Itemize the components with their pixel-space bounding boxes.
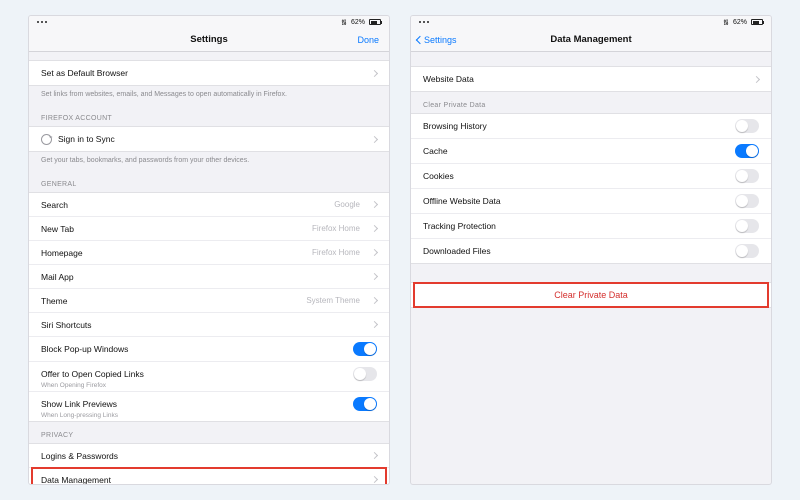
- set-default-browser-row[interactable]: Set as Default Browser: [29, 61, 389, 85]
- chevron-right-icon: [371, 136, 378, 143]
- chevron-right-icon: [753, 75, 760, 82]
- data-management-screen: ᯾ 62% Settings Data Management Website D…: [410, 15, 772, 485]
- chevron-right-icon: [371, 297, 378, 304]
- clear-private-data-button[interactable]: Clear Private Data: [411, 283, 771, 307]
- homepage-row[interactable]: Homepage Firefox Home: [29, 241, 389, 265]
- chevron-right-icon: [371, 273, 378, 280]
- tracking-protection-data-row[interactable]: Tracking Protection: [411, 214, 771, 239]
- open-copied-links-row[interactable]: Offer to Open Copied Links When Opening …: [29, 362, 389, 392]
- wifi-icon: ᯾: [341, 18, 347, 27]
- battery-percent: 62%: [733, 19, 747, 26]
- status-bar: ᯾ 62%: [29, 16, 389, 28]
- data-management-scroll[interactable]: Website Data Clear Private Data Browsing…: [411, 52, 771, 484]
- downloaded-files-row[interactable]: Downloaded Files: [411, 239, 771, 263]
- chevron-right-icon: [371, 452, 378, 459]
- browsing-history-toggle[interactable]: [735, 119, 759, 133]
- chevron-right-icon: [371, 201, 378, 208]
- data-management-title: Data Management: [550, 34, 631, 45]
- cache-row[interactable]: Cache: [411, 139, 771, 164]
- tracking-protection-toggle[interactable]: [735, 219, 759, 233]
- sign-in-sync-label: Sign in to Sync: [58, 134, 115, 144]
- cache-toggle[interactable]: [735, 144, 759, 158]
- open-copied-links-toggle[interactable]: [353, 367, 377, 381]
- browsing-history-row[interactable]: Browsing History: [411, 114, 771, 139]
- link-previews-row[interactable]: Show Link Previews When Long-pressing Li…: [29, 392, 389, 421]
- downloaded-files-toggle[interactable]: [735, 244, 759, 258]
- wifi-icon: ᯾: [723, 18, 729, 27]
- set-default-browser-label: Set as Default Browser: [41, 68, 128, 78]
- default-browser-hint: Set links from websites, emails, and Mes…: [29, 86, 389, 105]
- data-management-row[interactable]: Data Management: [29, 468, 389, 484]
- mail-app-row[interactable]: Mail App: [29, 265, 389, 289]
- link-previews-toggle[interactable]: [353, 397, 377, 411]
- data-management-navbar: Settings Data Management: [411, 28, 771, 52]
- block-popups-toggle[interactable]: [353, 342, 377, 356]
- theme-row[interactable]: Theme System Theme: [29, 289, 389, 313]
- back-button[interactable]: Settings: [417, 35, 457, 45]
- clear-private-data-header: Clear Private Data: [411, 92, 771, 113]
- offline-data-toggle[interactable]: [735, 194, 759, 208]
- chevron-right-icon: [371, 225, 378, 232]
- status-bar: ᯾ 62%: [411, 16, 771, 28]
- chevron-right-icon: [371, 476, 378, 483]
- sign-in-sync-row[interactable]: Sign in to Sync: [29, 127, 389, 151]
- done-button[interactable]: Done: [357, 35, 379, 45]
- chevron-right-icon: [371, 69, 378, 76]
- battery-icon: [369, 19, 381, 25]
- siri-shortcuts-row[interactable]: Siri Shortcuts: [29, 313, 389, 337]
- privacy-header: Privacy: [29, 422, 389, 443]
- battery-percent: 62%: [351, 19, 365, 26]
- new-tab-row[interactable]: New Tab Firefox Home: [29, 217, 389, 241]
- cookies-row[interactable]: Cookies: [411, 164, 771, 189]
- firefox-account-header: Firefox Account: [29, 105, 389, 126]
- logins-passwords-row[interactable]: Logins & Passwords: [29, 444, 389, 468]
- block-popups-row[interactable]: Block Pop-up Windows: [29, 337, 389, 362]
- sign-in-sync-hint: Get your tabs, bookmarks, and passwords …: [29, 152, 389, 171]
- general-header: General: [29, 171, 389, 192]
- sync-icon: [41, 134, 52, 145]
- cookies-toggle[interactable]: [735, 169, 759, 183]
- chevron-left-icon: [416, 35, 424, 43]
- offline-data-row[interactable]: Offline Website Data: [411, 189, 771, 214]
- settings-scroll[interactable]: Set as Default Browser Set links from we…: [29, 52, 389, 484]
- chevron-right-icon: [371, 249, 378, 256]
- settings-title: Settings: [190, 34, 227, 45]
- battery-icon: [751, 19, 763, 25]
- website-data-row[interactable]: Website Data: [411, 67, 771, 91]
- chevron-right-icon: [371, 321, 378, 328]
- settings-screen: ᯾ 62% Settings Done Set as Default Brows…: [28, 15, 390, 485]
- search-row[interactable]: Search Google: [29, 193, 389, 217]
- settings-navbar: Settings Done: [29, 28, 389, 52]
